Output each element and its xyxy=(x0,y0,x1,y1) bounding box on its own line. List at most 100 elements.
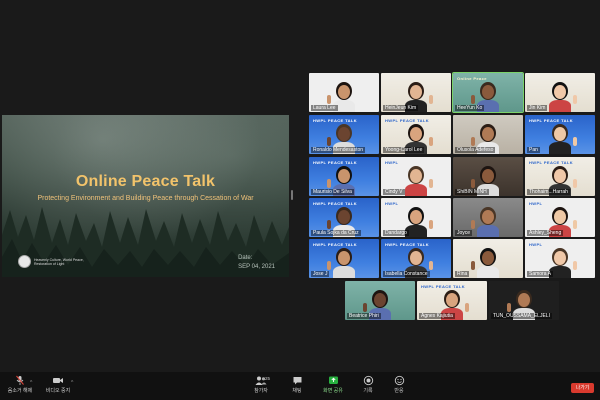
participant-tile[interactable]: HWPL Ashley_Sheng xyxy=(525,198,595,237)
peace-sign-hand xyxy=(471,95,475,104)
chat-button[interactable]: 채팅 xyxy=(286,375,308,394)
participant-name: ShiBIN MINH xyxy=(455,189,489,195)
mute-options-caret[interactable]: ^ xyxy=(30,380,32,386)
peace-sign-hand xyxy=(573,261,577,270)
peace-sign-hand xyxy=(429,137,433,146)
peace-sign-hand xyxy=(471,179,475,188)
participant-tile[interactable]: TUN_OUSSAMA_ELJELI xyxy=(489,281,559,320)
peace-sign-hand xyxy=(327,179,331,188)
share-screen-icon xyxy=(328,376,338,384)
peace-sign-hand xyxy=(507,303,511,312)
slide-subtitle: Protecting Environment and Building Peac… xyxy=(37,195,254,202)
tile-branding: HWPL PEACE TALK xyxy=(313,201,358,206)
peace-sign-hand xyxy=(465,303,469,312)
peace-sign-hand xyxy=(573,95,577,104)
record-icon xyxy=(363,375,373,386)
participant-tile[interactable]: HWPL Dandargo xyxy=(381,198,451,237)
participant-face xyxy=(554,210,566,224)
peace-sign-hand xyxy=(363,303,367,312)
video-camera-icon xyxy=(53,378,63,383)
participant-tile[interactable]: ShiBIN MINH xyxy=(453,157,523,196)
peace-sign-hand xyxy=(471,261,475,270)
peace-sign-hand xyxy=(327,261,331,270)
peace-sign-hand xyxy=(471,137,475,146)
participant-tile[interactable]: HWPL PEACE TALK Yoong-Carol Lee xyxy=(381,115,451,154)
participants-count: 25 xyxy=(265,376,271,381)
participant-tile[interactable]: Olusola Adefeso xyxy=(453,115,523,154)
participant-face xyxy=(554,169,566,183)
record-button[interactable]: 기록 xyxy=(357,375,379,394)
participant-name: Olusola Adefeso xyxy=(455,147,496,153)
participant-torso xyxy=(405,184,427,196)
split-view-handle[interactable] xyxy=(291,190,293,200)
meeting-toolbar: 음소거 해제 ^ 비디오 중지 ^ 참가자 25 채팅 화면 공유 기록 반응 xyxy=(0,372,600,400)
tile-branding: HWPL PEACE TALK xyxy=(421,284,466,289)
participant-tile[interactable]: Jin Kim xyxy=(525,73,595,112)
participant-tile[interactable]: HWPL Samora A xyxy=(525,239,595,278)
share-screen-button[interactable]: 화면 공유 xyxy=(318,375,348,394)
participant-tile[interactable]: HWPL PEACE TALK Jose J xyxy=(309,239,379,278)
peace-sign-hand xyxy=(573,137,577,146)
shared-screen-slide: Online Peace Talk Protecting Environment… xyxy=(2,115,289,277)
participant-face xyxy=(410,127,422,141)
peace-sign-hand xyxy=(327,95,331,104)
tile-branding: HWPL PEACE TALK xyxy=(385,118,430,123)
leave-button[interactable]: 나가기 xyxy=(571,383,594,393)
participant-torso xyxy=(333,266,355,278)
participant-tile[interactable]: HWPL PEACE TALK Paula Sojka da Cruz xyxy=(309,198,379,237)
participant-name: Jose J xyxy=(311,271,330,277)
participant-name: TUN_OUSSAMA_ELJELI xyxy=(491,313,552,319)
participant-tile[interactable]: HWPL PEACE TALK Thohaim...Harrah xyxy=(525,157,595,196)
participants-button[interactable]: 참가자 xyxy=(248,375,274,394)
peace-sign-hand xyxy=(429,95,433,104)
peace-sign-hand xyxy=(429,261,433,270)
participant-tile[interactable]: Rina xyxy=(453,239,523,278)
participant-name: Cindy V xyxy=(383,189,405,195)
participant-face xyxy=(482,169,494,183)
participant-tile[interactable]: HWPL PEACE TALK Isabella Constance xyxy=(381,239,451,278)
peace-sign-hand xyxy=(471,220,475,229)
participant-name: Agnes Kajiutia xyxy=(419,313,455,319)
participant-name: Pan xyxy=(527,147,540,153)
tile-branding: HWPL xyxy=(385,201,399,206)
participant-face xyxy=(482,210,494,224)
participant-name: Isabella Constance xyxy=(383,271,430,277)
participant-tile[interactable]: HWPL PEACE TALK Pan xyxy=(525,115,595,154)
participant-tile[interactable]: HWPL PEACE TALK Maurisio De Silva xyxy=(309,157,379,196)
participant-tile[interactable]: HWPL PEACE TALK Agnes Kajiutia xyxy=(417,281,487,320)
participant-tile[interactable]: HWPL Cindy V xyxy=(381,157,451,196)
participant-name: Ronaldo Mendesaston xyxy=(311,147,366,153)
participant-face xyxy=(482,85,494,99)
participant-name: Joyce xyxy=(455,230,473,236)
participant-torso xyxy=(549,100,571,112)
participant-face xyxy=(410,85,422,99)
participant-name: Maurisio De Silva xyxy=(311,189,354,195)
participant-name: Yoong-Carol Lee xyxy=(383,147,425,153)
participant-face xyxy=(554,127,566,141)
participant-face xyxy=(410,169,422,183)
participant-name: Samora A xyxy=(527,271,553,277)
participant-tile[interactable]: HeinJeun Kim xyxy=(381,73,451,112)
participant-tile[interactable]: Laura Lee xyxy=(309,73,379,112)
slide-date: Date: SEP 04, 2021 xyxy=(238,254,275,272)
participant-tile[interactable]: Joyce xyxy=(453,198,523,237)
chat-icon xyxy=(293,377,301,385)
reactions-label: 반응 xyxy=(394,388,404,394)
participant-face xyxy=(338,210,350,224)
participant-face xyxy=(338,169,350,183)
share-label: 화면 공유 xyxy=(323,388,343,394)
stop-video-button[interactable]: 비디오 중지 xyxy=(42,375,74,394)
mute-label: 음소거 해제 xyxy=(7,388,33,394)
participant-name: Paula Sojka da Cruz xyxy=(311,230,361,236)
participant-torso xyxy=(549,142,571,154)
participant-tile[interactable]: HWPL PEACE TALK Ronaldo Mendesaston xyxy=(309,115,379,154)
peace-sign-hand xyxy=(327,220,331,229)
video-options-caret[interactable]: ^ xyxy=(71,380,73,386)
participant-tile[interactable]: Beatrice Phiri xyxy=(345,281,415,320)
peace-sign-hand xyxy=(573,220,577,229)
participant-face xyxy=(554,85,566,99)
participant-tile[interactable]: Online Peace HeeYun Ko xyxy=(452,72,524,113)
mic-muted-icon xyxy=(16,375,24,385)
reactions-button[interactable]: 반응 xyxy=(388,375,410,394)
meeting-view: Online Peace Talk Protecting Environment… xyxy=(0,0,600,372)
